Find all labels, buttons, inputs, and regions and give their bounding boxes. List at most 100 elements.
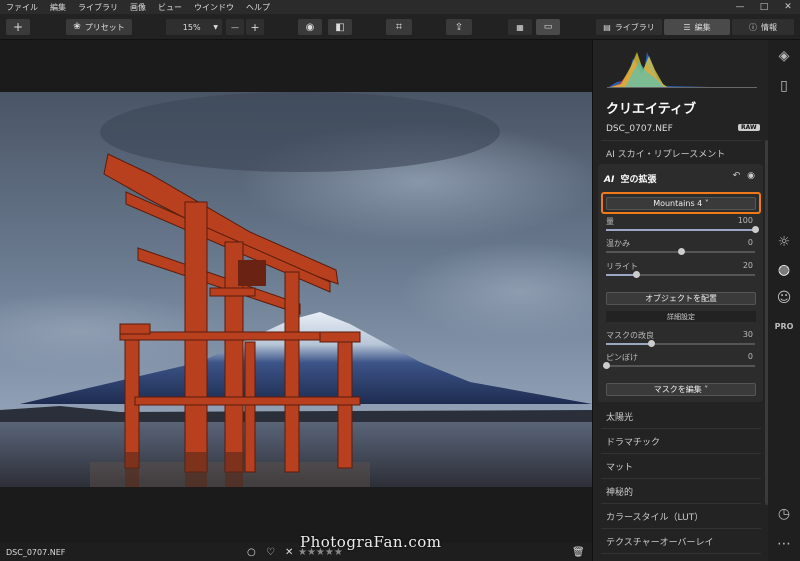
bottom-filename: DSC_0707.NEF bbox=[6, 547, 66, 557]
warmth-slider[interactable] bbox=[606, 248, 755, 255]
section-ai-sky-replacement[interactable]: AI スカイ・リプレースメント bbox=[606, 147, 725, 160]
advanced-settings-header[interactable]: 詳細設定 bbox=[606, 311, 756, 322]
divider bbox=[601, 140, 761, 141]
add-button[interactable]: + bbox=[6, 19, 30, 35]
label-circle-button[interactable]: ○ bbox=[247, 547, 256, 558]
menu-edit[interactable]: 編集 bbox=[44, 2, 72, 13]
menu-window[interactable]: ウインドウ bbox=[188, 2, 240, 13]
edit-mask-button[interactable]: マスクを編集 ˅ bbox=[606, 383, 756, 396]
layers-icon[interactable]: ◈ bbox=[768, 44, 800, 68]
canvas-icon[interactable]: ▯ bbox=[768, 74, 800, 98]
place-objects-button[interactable]: オブジェクトを配置 bbox=[606, 292, 756, 305]
export-button[interactable]: ⇪ bbox=[446, 19, 472, 35]
library-icon: ▤ bbox=[603, 22, 611, 32]
grid-icon: ▦ bbox=[516, 22, 524, 32]
slider-thumb[interactable] bbox=[647, 340, 655, 347]
single-view-icon: ▭ bbox=[543, 22, 553, 32]
section-color-style-lut[interactable]: カラースタイル（LUT） bbox=[606, 510, 703, 523]
watermark: PhotograFan.com bbox=[300, 533, 442, 551]
presets-label: プリセット bbox=[84, 22, 125, 32]
slider-value: 0 bbox=[747, 238, 753, 247]
defocus-slider[interactable] bbox=[603, 362, 755, 369]
slider-label: 量 bbox=[606, 217, 614, 226]
crop-button[interactable]: ⌗ bbox=[386, 19, 412, 35]
trash-icon[interactable]: 🗑 bbox=[572, 547, 585, 558]
slider-fill bbox=[606, 229, 755, 231]
history-clock-icon[interactable]: ◷ bbox=[768, 502, 800, 526]
preview-eye-button[interactable]: ◉ bbox=[298, 19, 322, 35]
relight-slider[interactable] bbox=[606, 271, 755, 278]
more-icon[interactable]: ⋯ bbox=[768, 532, 800, 556]
photo[interactable] bbox=[0, 92, 592, 487]
tab-library[interactable]: ▤ ライブラリ bbox=[596, 19, 662, 35]
essentials-sun-icon[interactable]: ☼ bbox=[768, 230, 800, 254]
divider bbox=[601, 453, 761, 454]
menu-help[interactable]: ヘルプ bbox=[240, 2, 276, 13]
tool-icon-bar: ◈ ▯ ☼ ◍ ☺ PRO ◷ ⋯ bbox=[768, 40, 800, 561]
slider-fill bbox=[606, 274, 636, 276]
tab-info[interactable]: ⓘ 情報 bbox=[732, 19, 794, 35]
slider-value: 0 bbox=[747, 352, 753, 361]
divider bbox=[601, 428, 761, 429]
menu-library[interactable]: ライブラリ bbox=[72, 2, 124, 13]
slider-thumb[interactable] bbox=[603, 362, 610, 369]
zoom-out-button[interactable]: — bbox=[226, 19, 244, 35]
menu-view[interactable]: ビュー bbox=[152, 2, 188, 13]
sliders-icon: ☰ bbox=[683, 22, 691, 32]
section-matte[interactable]: マット bbox=[606, 460, 633, 473]
section-dramatic[interactable]: ドラマチック bbox=[606, 435, 660, 448]
grid-view-button[interactable]: ▦ bbox=[508, 19, 532, 35]
toolbar: + ❀ プリセット 15% ▼ — + ◉ ◧ ⌗ ⇪ ▦ ▭ ▤ ライブラリ … bbox=[0, 14, 800, 40]
menu-image[interactable]: 画像 bbox=[124, 2, 152, 13]
card-title[interactable]: AI 空の拡張 bbox=[604, 172, 656, 185]
pro-icon[interactable]: PRO bbox=[768, 314, 800, 338]
crop-icon: ⌗ bbox=[395, 20, 403, 33]
section-texture-overlay[interactable]: テクスチャーオーバーレイ bbox=[606, 535, 714, 548]
divider bbox=[601, 553, 761, 554]
compare-button[interactable]: ◧ bbox=[328, 19, 352, 35]
card-title-label: 空の拡張 bbox=[620, 175, 657, 185]
presets-icon: ❀ bbox=[73, 22, 81, 32]
amount-slider[interactable] bbox=[606, 226, 759, 233]
slider-label: 温かみ bbox=[606, 239, 630, 248]
slider-value: 20 bbox=[742, 261, 753, 270]
divider bbox=[601, 528, 761, 529]
section-sunlight[interactable]: 太陽光 bbox=[606, 410, 633, 423]
sky-preset-dropdown[interactable]: Mountains 4 ˅ bbox=[606, 197, 756, 210]
single-view-button[interactable]: ▭ bbox=[536, 19, 560, 35]
minimize-button[interactable]: — bbox=[728, 0, 752, 14]
menu-file[interactable]: ファイル bbox=[0, 2, 44, 13]
reject-button[interactable]: ✕ bbox=[285, 547, 293, 558]
ai-sky-enhancer-card: AI 空の拡張 ↶ ◉ Mountains 4 ˅ 量 100 温かみ 0 リラ… bbox=[598, 164, 763, 402]
filmstrip-bar: DSC_0707.NEF ○ ♡ ✕ ★★★★★ 🗑 bbox=[0, 543, 592, 561]
panel-title: クリエイティブ bbox=[606, 102, 696, 117]
chevron-down-icon: ▼ bbox=[213, 23, 218, 31]
raw-badge: RAW bbox=[738, 124, 760, 131]
zoom-in-button[interactable]: + bbox=[246, 19, 264, 35]
card-actions: ↶ ◉ bbox=[733, 171, 755, 181]
slider-thumb[interactable] bbox=[632, 271, 640, 278]
tab-edit[interactable]: ☰ 編集 bbox=[664, 19, 730, 35]
presets-button[interactable]: ❀ プリセット bbox=[66, 19, 132, 35]
slider-fill bbox=[606, 343, 651, 345]
creative-palette-icon[interactable]: ◍ bbox=[768, 258, 800, 282]
eye-icon: ◉ bbox=[305, 21, 315, 33]
slider-value: 30 bbox=[742, 330, 753, 339]
mask-refine-slider[interactable] bbox=[606, 340, 755, 347]
divider bbox=[601, 478, 761, 479]
eye-icon[interactable]: ◉ bbox=[747, 171, 755, 181]
portrait-face-icon[interactable]: ☺ bbox=[768, 286, 800, 310]
image-canvas[interactable] bbox=[0, 40, 592, 543]
ai-mark: AI bbox=[604, 175, 615, 185]
slider-thumb[interactable] bbox=[752, 226, 759, 233]
section-mystical[interactable]: 神秘的 bbox=[606, 485, 633, 498]
favorite-button[interactable]: ♡ bbox=[266, 547, 275, 558]
maximize-button[interactable]: □ bbox=[752, 0, 776, 14]
close-button[interactable]: ✕ bbox=[776, 0, 800, 14]
tab-edit-label: 編集 bbox=[694, 22, 711, 32]
tab-info-label: 情報 bbox=[761, 22, 777, 32]
slider-thumb[interactable] bbox=[677, 248, 685, 255]
undo-icon[interactable]: ↶ bbox=[733, 171, 741, 181]
zoom-select[interactable]: 15% ▼ bbox=[166, 19, 222, 35]
torii-photo-image bbox=[0, 92, 592, 487]
